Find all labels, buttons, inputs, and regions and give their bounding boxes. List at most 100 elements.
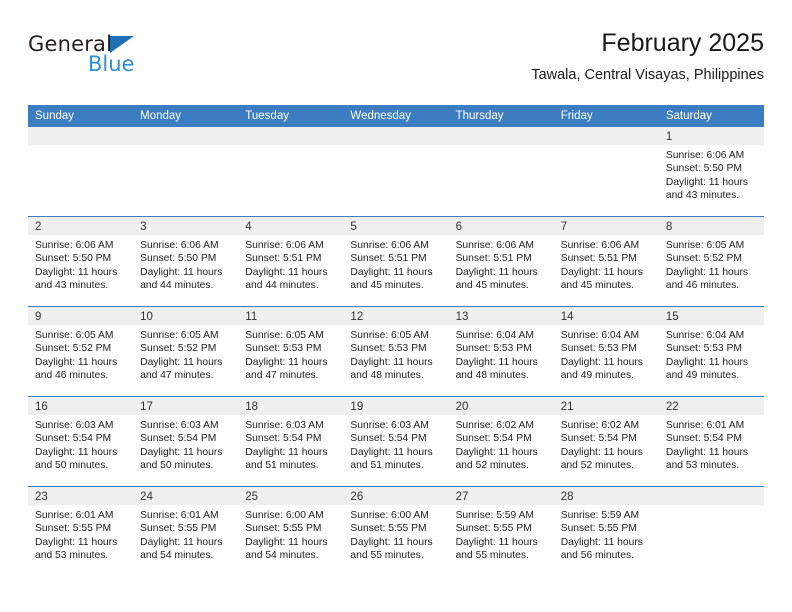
day-cell[interactable]: 26 Sunrise: 6:00 AM Sunset: 5:55 PM Dayl… <box>343 487 449 576</box>
day-cell[interactable]: 9 Sunrise: 6:05 AM Sunset: 5:52 PM Dayli… <box>28 307 134 396</box>
sunrise-line: Sunrise: 6:02 AM <box>455 420 534 431</box>
day-number: 22 <box>665 401 679 413</box>
day-number-band: 18 <box>238 397 344 415</box>
day-cell[interactable]: 18 Sunrise: 6:03 AM Sunset: 5:54 PM Dayl… <box>238 397 344 486</box>
day-number: 19 <box>350 401 364 413</box>
sunset-line: Sunset: 5:53 PM <box>350 343 427 355</box>
day-cell[interactable]: 14 Sunrise: 6:04 AM Sunset: 5:53 PM Dayl… <box>553 307 659 396</box>
day-number-band: 16 <box>28 397 134 415</box>
daylight-line-2: and 54 minutes. <box>245 550 319 562</box>
daylight-line-2: and 52 minutes. <box>455 460 529 472</box>
day-number-band: 3 <box>133 217 239 235</box>
day-cell[interactable]: 19 Sunrise: 6:03 AM Sunset: 5:54 PM Dayl… <box>343 397 449 486</box>
day-cell[interactable]: 22 Sunrise: 6:01 AM Sunset: 5:54 PM Dayl… <box>658 397 764 486</box>
daylight-line-2: and 55 minutes. <box>455 550 529 562</box>
day-cell[interactable]: 15 Sunrise: 6:04 AM Sunset: 5:53 PM Dayl… <box>658 307 764 396</box>
sunset-line: Sunset: 5:55 PM <box>560 523 637 535</box>
weekday-header-monday: Monday <box>140 110 182 122</box>
daylight-line-2: and 46 minutes. <box>35 370 109 382</box>
daylight-line-1: Daylight: 11 hours <box>560 356 643 368</box>
day-cell[interactable] <box>133 127 239 216</box>
day-cell[interactable]: 4 Sunrise: 6:06 AM Sunset: 5:51 PM Dayli… <box>238 217 344 306</box>
day-cell[interactable] <box>343 127 449 216</box>
daylight-line-1: Daylight: 11 hours <box>665 446 749 458</box>
day-number: 1 <box>665 131 673 143</box>
sunrise-line: Sunrise: 6:03 AM <box>245 420 324 431</box>
day-cell[interactable] <box>448 127 554 216</box>
daylight-line-1: Daylight: 11 hours <box>350 356 433 368</box>
daylight-line-2: and 44 minutes. <box>245 280 319 292</box>
day-number: 3 <box>140 221 147 233</box>
day-cell[interactable]: 13 Sunrise: 6:04 AM Sunset: 5:53 PM Dayl… <box>448 307 554 396</box>
sunrise-line: Sunrise: 6:06 AM <box>455 240 534 251</box>
day-cell[interactable]: 23 Sunrise: 6:01 AM Sunset: 5:55 PM Dayl… <box>28 487 134 576</box>
sunrise-line: Sunrise: 6:03 AM <box>350 420 429 431</box>
daylight-line-1: Daylight: 11 hours <box>140 446 223 458</box>
general-blue-logo[interactable]: General Blue <box>28 32 228 88</box>
day-cell[interactable]: 1 Sunrise: 6:06 AM Sunset: 5:50 PM Dayli… <box>658 127 764 216</box>
day-number-band: 25 <box>238 487 344 505</box>
day-cell[interactable] <box>28 127 134 216</box>
daylight-line-1: Daylight: 11 hours <box>455 266 538 278</box>
sunrise-line: Sunrise: 6:03 AM <box>35 420 114 431</box>
day-cell[interactable] <box>658 487 764 576</box>
day-number-band: 9 <box>28 307 134 325</box>
day-cell[interactable]: 20 Sunrise: 6:02 AM Sunset: 5:54 PM Dayl… <box>448 397 554 486</box>
day-number: 14 <box>560 311 574 323</box>
day-cell[interactable]: 25 Sunrise: 6:00 AM Sunset: 5:55 PM Dayl… <box>238 487 344 576</box>
sunrise-line: Sunrise: 6:05 AM <box>665 240 745 251</box>
sunrise-line: Sunrise: 6:05 AM <box>140 330 219 341</box>
daylight-line-1: Daylight: 11 hours <box>560 266 643 278</box>
sunrise-line: Sunrise: 6:06 AM <box>245 240 324 251</box>
day-number: 10 <box>140 311 153 323</box>
daylight-line-1: Daylight: 11 hours <box>665 176 749 188</box>
day-number-band: 22 <box>658 397 764 415</box>
day-cell[interactable]: 17 Sunrise: 6:03 AM Sunset: 5:54 PM Dayl… <box>133 397 239 486</box>
daylight-line-1: Daylight: 11 hours <box>245 266 328 278</box>
day-cell[interactable]: 8 Sunrise: 6:05 AM Sunset: 5:52 PM Dayli… <box>658 217 764 306</box>
day-number: 11 <box>245 311 258 323</box>
title-block: February 2025 Tawala, Central Visayas, P… <box>531 28 764 84</box>
day-cell[interactable]: 2 Sunrise: 6:06 AM Sunset: 5:50 PM Dayli… <box>28 217 134 306</box>
day-cell[interactable] <box>238 127 344 216</box>
day-cell[interactable]: 27 Sunrise: 5:59 AM Sunset: 5:55 PM Dayl… <box>448 487 554 576</box>
day-number: 17 <box>140 401 153 413</box>
day-cell[interactable]: 3 Sunrise: 6:06 AM Sunset: 5:50 PM Dayli… <box>133 217 239 306</box>
day-number: 24 <box>140 491 153 503</box>
day-cell[interactable]: 21 Sunrise: 6:02 AM Sunset: 5:54 PM Dayl… <box>553 397 659 486</box>
day-cell[interactable]: 12 Sunrise: 6:05 AM Sunset: 5:53 PM Dayl… <box>343 307 449 396</box>
day-number-band: 11 <box>238 307 344 325</box>
daylight-line-1: Daylight: 11 hours <box>245 446 328 458</box>
calendar-week-row: 1 Sunrise: 6:06 AM Sunset: 5:50 PM Dayli… <box>28 127 764 216</box>
daylight-line-2: and 47 minutes. <box>245 370 319 382</box>
day-cell[interactable]: 11 Sunrise: 6:05 AM Sunset: 5:53 PM Dayl… <box>238 307 344 396</box>
day-number-band: 26 <box>343 487 449 505</box>
sunrise-line: Sunrise: 6:06 AM <box>35 240 114 251</box>
daylight-line-2: and 56 minutes. <box>560 550 634 562</box>
day-cell[interactable]: 7 Sunrise: 6:06 AM Sunset: 5:51 PM Dayli… <box>553 217 659 306</box>
day-number: 27 <box>455 491 469 503</box>
day-number-band: 21 <box>553 397 659 415</box>
day-cell[interactable]: 28 Sunrise: 5:59 AM Sunset: 5:55 PM Dayl… <box>553 487 659 576</box>
sunrise-line: Sunrise: 6:01 AM <box>665 420 745 431</box>
day-details: Sunrise: 6:05 AM Sunset: 5:53 PM Dayligh… <box>343 325 448 383</box>
day-cell[interactable]: 6 Sunrise: 6:06 AM Sunset: 5:51 PM Dayli… <box>448 217 554 306</box>
day-number: 7 <box>560 221 568 233</box>
day-cell[interactable]: 10 Sunrise: 6:05 AM Sunset: 5:52 PM Dayl… <box>133 307 239 396</box>
sunrise-line: Sunrise: 6:00 AM <box>350 510 429 521</box>
calendar-week-row: 23 Sunrise: 6:01 AM Sunset: 5:55 PM Dayl… <box>28 486 764 576</box>
day-number: 5 <box>350 221 357 233</box>
sunset-line: Sunset: 5:52 PM <box>35 343 112 355</box>
day-cell[interactable] <box>553 127 659 216</box>
day-details: Sunrise: 6:03 AM Sunset: 5:54 PM Dayligh… <box>133 415 238 473</box>
daylight-line-1: Daylight: 11 hours <box>35 536 118 548</box>
sunset-line: Sunset: 5:54 PM <box>245 433 322 445</box>
weekday-header-tuesday: Tuesday <box>245 110 289 122</box>
day-cell[interactable]: 24 Sunrise: 6:01 AM Sunset: 5:55 PM Dayl… <box>133 487 239 576</box>
sunrise-line: Sunrise: 6:03 AM <box>140 420 219 431</box>
day-cell[interactable]: 5 Sunrise: 6:06 AM Sunset: 5:51 PM Dayli… <box>343 217 449 306</box>
sunset-line: Sunset: 5:54 PM <box>665 433 742 445</box>
sunset-line: Sunset: 5:55 PM <box>140 523 217 535</box>
day-cell[interactable]: 16 Sunrise: 6:03 AM Sunset: 5:54 PM Dayl… <box>28 397 134 486</box>
daylight-line-1: Daylight: 11 hours <box>35 266 118 278</box>
